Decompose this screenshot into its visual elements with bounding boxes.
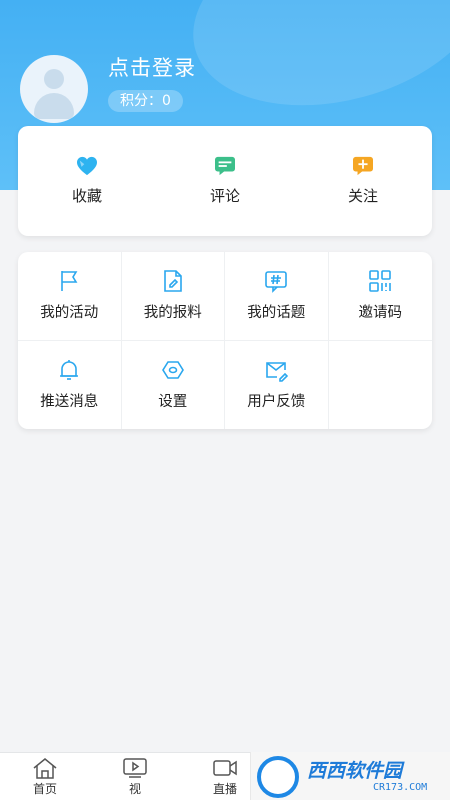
comment-icon xyxy=(215,156,235,176)
user-feedback-label: 用户反馈 xyxy=(247,394,306,411)
site-watermark: 西西软件园 CR173.COM xyxy=(250,752,450,800)
push-messages-label: 推送消息 xyxy=(40,394,99,411)
avatar-body-shape xyxy=(34,93,74,119)
mail-feedback-icon xyxy=(266,362,289,383)
watermark-title: 西西软件园 xyxy=(307,760,403,782)
user-feedback-button[interactable]: 用户反馈 xyxy=(225,340,329,429)
my-topics-button[interactable]: 我的话题 xyxy=(225,252,329,341)
settings-button[interactable]: 设置 xyxy=(122,340,225,429)
camera-live-icon xyxy=(213,759,237,776)
flag-icon xyxy=(61,271,78,292)
tab-video[interactable]: 视 xyxy=(90,753,180,800)
tab-home-label: 首页 xyxy=(32,781,57,796)
heart-icon xyxy=(77,156,97,176)
invite-code-button[interactable]: 邀请码 xyxy=(328,252,432,341)
my-reports-label: 我的报料 xyxy=(143,305,202,322)
comments-label: 评论 xyxy=(209,187,240,205)
watermark-logo-icon xyxy=(257,756,299,798)
home-icon xyxy=(33,757,57,779)
bell-icon xyxy=(60,360,79,381)
quick-actions-card: 收藏 评论 关注 xyxy=(18,126,432,236)
follow-plus-icon xyxy=(353,156,373,176)
login-link[interactable]: 点击登录 xyxy=(108,52,196,82)
tab-live-label: 直播 xyxy=(212,781,237,796)
header-decoration xyxy=(171,0,450,136)
topic-hash-icon xyxy=(265,271,288,294)
settings-label: 设置 xyxy=(158,394,188,411)
follow-label: 关注 xyxy=(347,187,378,205)
comments-button[interactable]: 评论 xyxy=(156,126,294,236)
empty-grid-cell xyxy=(329,341,433,430)
my-activities-label: 我的活动 xyxy=(40,305,99,322)
points-badge: 积分：0 xyxy=(108,90,183,112)
settings-hexagon-icon xyxy=(161,361,184,380)
my-topics-label: 我的话题 xyxy=(247,305,306,322)
favorites-label: 收藏 xyxy=(71,187,102,205)
avatar[interactable] xyxy=(20,55,88,123)
my-reports-button[interactable]: 我的报料 xyxy=(121,252,225,341)
function-grid-card: 我的活动 我的报料 我的话题 邀请码 推送消息 设置 用户反馈 xyxy=(18,252,432,429)
invite-code-label: 邀请码 xyxy=(358,305,403,322)
avatar-head-shape xyxy=(44,69,64,89)
tab-home[interactable]: 首页 xyxy=(0,753,90,800)
follow-button[interactable]: 关注 xyxy=(294,126,432,236)
tab-video-label: 视 xyxy=(128,781,141,796)
favorites-button[interactable]: 收藏 xyxy=(18,126,156,236)
my-activities-button[interactable]: 我的活动 xyxy=(18,252,122,341)
qrcode-icon xyxy=(369,270,392,293)
watermark-subtitle: CR173.COM xyxy=(373,782,428,793)
video-icon xyxy=(123,757,147,778)
push-messages-button[interactable]: 推送消息 xyxy=(18,340,122,429)
edit-document-icon xyxy=(163,270,182,293)
